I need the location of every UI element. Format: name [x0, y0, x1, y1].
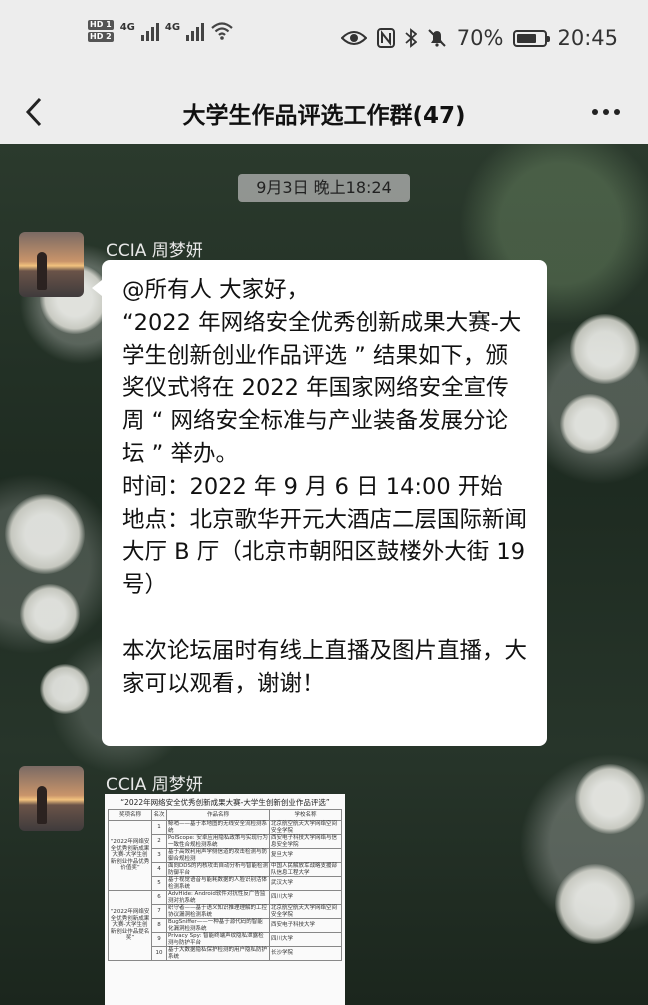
signal-icon-2: [186, 21, 205, 41]
network-type-1: 4G: [119, 21, 135, 33]
rank-cell: 7: [151, 904, 167, 919]
hd2-badge: HD 2: [88, 32, 114, 42]
network-indicators: HD 1 HD 2 4G 4G: [88, 20, 234, 42]
message-line: 地点：北京歌华开元大酒店二层国际新闻大厅 B 厅（北京市朝阳区鼓楼外大街 19 …: [122, 506, 528, 599]
avatar-figure: [37, 252, 47, 290]
more-dots-icon: [592, 109, 620, 115]
background-flower: [5, 494, 85, 574]
avatar-figure: [37, 786, 47, 824]
background-flower: [575, 764, 645, 834]
award-name-cell: “2022年网络安全优秀创新成果大赛-大学生创新创业作品优秀价值奖”: [108, 820, 152, 891]
hd1-badge: HD 1: [88, 20, 114, 30]
school-cell: 长沙学院: [269, 946, 342, 961]
header-work: 作品名称: [166, 809, 270, 821]
message-line: @所有人 大家好，: [122, 277, 310, 303]
rank-cell: 3: [151, 848, 167, 863]
work-cell: 基于高效利用声学侧信道的攻击检测与防御合规检测: [166, 848, 270, 863]
background-flower: [570, 314, 640, 384]
work-cell: PolScope: 安卓应用隐私政策与实现行为一致性合规检测系统: [166, 834, 270, 849]
sender-name: CCIA 周梦妍: [106, 241, 203, 261]
sender-avatar[interactable]: [19, 766, 84, 831]
sender-name: CCIA 周梦妍: [106, 775, 203, 795]
work-cell: BugSniffer——一种基于源代码的智能化漏洞检测系统: [166, 918, 270, 933]
battery-percent: 70%: [456, 26, 504, 50]
wifi-icon: [211, 22, 233, 40]
message-timestamp: 9月3日 晚上18:24: [238, 174, 410, 202]
work-cell: Privacy Spy: 智能终端声纹隐私泄露检测与防护平台: [166, 932, 270, 947]
school-cell: 四川大学: [269, 890, 342, 905]
message-line: 时间：2022 年 9 月 6 日 14:00 开始: [122, 473, 503, 500]
rank-cell: 6: [151, 890, 167, 905]
battery-icon: [513, 29, 551, 47]
text-message-bubble[interactable]: @所有人 大家好， “2022 年网络安全优秀创新成果大赛-大学生创新创业作品评…: [92, 260, 547, 746]
signal-icon: [140, 21, 159, 41]
school-cell: 中国人民解放军战略支援部队信息工程大学: [269, 862, 342, 877]
school-cell: 西安电子科技大学网络与信息安全学院: [269, 834, 342, 849]
system-indicators: 70% 20:45: [340, 26, 618, 50]
clock: 20:45: [557, 26, 618, 50]
background-flower: [560, 394, 620, 454]
status-bar: HD 1 HD 2 4G 4G 70% 20:45: [0, 0, 648, 80]
background-flower: [40, 664, 90, 714]
message-line: “2022 年网络安全优秀创新成果大赛-大学生创新创业作品评选 ” 结果如下，颁…: [122, 309, 522, 467]
rank-cell: 5: [151, 876, 167, 891]
background-flower: [555, 864, 635, 944]
rank-cell: 10: [151, 946, 167, 961]
message-line: [122, 602, 529, 635]
sender-avatar[interactable]: [19, 232, 84, 297]
header-school: 学校名称: [269, 809, 342, 821]
battery-fill: [517, 33, 536, 43]
rank-cell: 9: [151, 932, 167, 947]
hd-badges: HD 1 HD 2: [88, 20, 114, 42]
table-row: “2022年网络安全优秀创新成果大赛-大学生创新创业作品提名奖” 6 AdvHide…: [108, 890, 342, 961]
header-award: 奖项名称: [108, 809, 152, 821]
nfc-icon: [376, 28, 395, 48]
image-message[interactable]: “2022年网络安全优秀创新成果大赛-大学生创新创业作品评选” 奖项名称 名次 …: [105, 794, 345, 1005]
network-type-2: 4G: [164, 21, 181, 33]
header-rank: 名次: [151, 809, 167, 821]
award-table: 奖项名称 名次 作品名称 学校名称 “2022年网络安全优秀创新成果大赛-大学生…: [108, 809, 342, 961]
rank-cell: 2: [151, 834, 167, 849]
image-table-title: “2022年网络安全优秀创新成果大赛-大学生创新创业作品评选”: [120, 798, 330, 807]
rank-cell: 1: [151, 820, 167, 835]
school-cell: 复旦大学: [269, 848, 342, 863]
school-cell: 武汉大学: [269, 876, 342, 891]
work-cell: AdvHide: Android软件对抗性反广告监测对抗系统: [166, 890, 270, 905]
table-row: “2022年网络安全优秀创新成果大赛-大学生创新创业作品优秀价值奖” 1 鲸哨——基…: [108, 820, 342, 891]
rank-cell: 8: [151, 918, 167, 933]
school-cell: 北京航空航天大学网络空间安全学院: [269, 820, 342, 835]
rank-cell: 4: [151, 862, 167, 877]
work-cell: 基于视觉语音与能耗数据的人脸识别活体检测系统: [166, 876, 270, 891]
chat-area[interactable]: 9月3日 晚上18:24 CCIA 周梦妍 @所有人 大家好， “2022 年网…: [0, 144, 648, 1005]
background-flower: [20, 584, 80, 644]
table-header-row: 奖项名称 名次 作品名称 学校名称: [108, 809, 342, 821]
school-cell: 四川大学: [269, 932, 342, 947]
work-cell: 基于大数据隐私保护检测的用户隐私防护系统: [166, 946, 270, 961]
work-cell: 织守者——基于语义知识推理理解的工控协议漏洞检测系统: [166, 904, 270, 919]
school-cell: 北京航空航天大学网络空间安全学院: [269, 904, 342, 919]
chat-header: 大学生作品评选工作群(47): [0, 80, 648, 144]
school-cell: 西安电子科技大学: [269, 918, 342, 933]
message-line: 本次论坛届时有线上直播及图片直播，大家可以观看，谢谢！: [122, 637, 528, 697]
award-table-body: “2022年网络安全优秀创新成果大赛-大学生创新创业作品优秀价值奖” 1 鲸哨——基…: [108, 820, 342, 961]
bluetooth-icon: [405, 28, 417, 48]
chat-title: 大学生作品评选工作群(47): [182, 103, 466, 129]
work-cell: 鲸哨——基于本地图的无线安全流检测系统: [166, 820, 270, 835]
mute-bell-icon: [428, 29, 446, 47]
more-button[interactable]: [586, 92, 626, 132]
award-name-cell: “2022年网络安全优秀创新成果大赛-大学生创新创业作品提名奖”: [108, 890, 152, 961]
eye-icon: [340, 31, 367, 45]
work-cell: 面向DDS的内核攻击自动分析与智能检测防御平台: [166, 862, 270, 877]
